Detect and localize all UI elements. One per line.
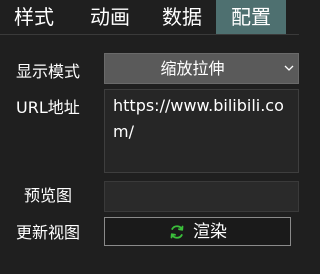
render-button-content: 渲染 xyxy=(169,222,227,242)
url-text: https://www.bilibili.co m/ xyxy=(113,93,298,145)
url-textarea[interactable]: https://www.bilibili.co m/ xyxy=(104,89,299,173)
tab-style[interactable]: 样式 xyxy=(0,0,68,34)
url-line: https://www.bilibili.co xyxy=(113,96,284,115)
url-label: URL地址 xyxy=(16,98,80,117)
tab-bar: 样式 动画 数据 配置 xyxy=(0,0,299,35)
tab-data[interactable]: 数据 xyxy=(148,0,216,34)
tab-animation[interactable]: 动画 xyxy=(74,0,146,34)
url-line: m/ xyxy=(113,122,134,141)
render-button[interactable]: 渲染 xyxy=(104,217,291,246)
preview-field[interactable] xyxy=(104,181,299,212)
update-view-label: 更新视图 xyxy=(16,223,81,242)
render-button-label: 渲染 xyxy=(193,222,227,242)
display-mode-value: 缩放拉伸 xyxy=(160,59,225,78)
chevron-down-icon xyxy=(284,65,294,71)
refresh-icon xyxy=(170,225,184,239)
display-mode-select[interactable]: 缩放拉伸 xyxy=(104,53,299,84)
display-mode-label: 显示模式 xyxy=(16,62,81,81)
preview-label: 预览图 xyxy=(24,186,73,205)
tab-config[interactable]: 配置 xyxy=(216,0,286,34)
